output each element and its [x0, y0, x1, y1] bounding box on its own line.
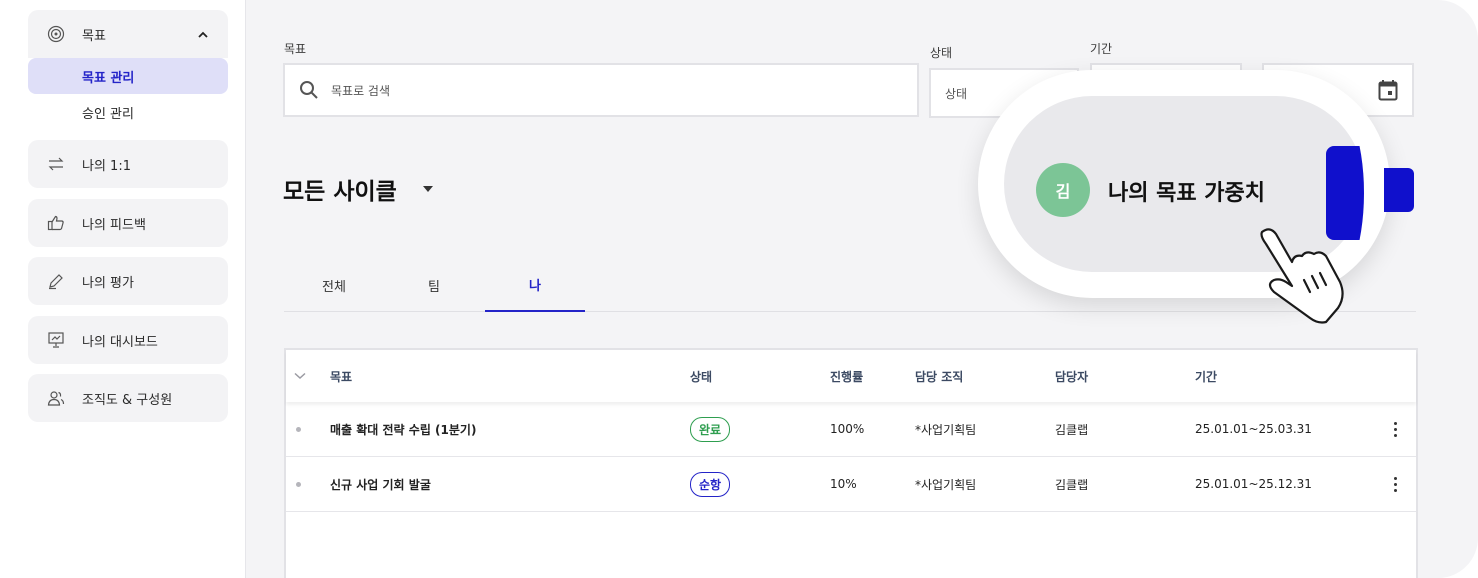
- tab-label: 전체: [322, 279, 346, 295]
- status-filter-label: 상태: [930, 46, 953, 60]
- progress-value: 10%: [830, 477, 857, 491]
- tab-me[interactable]: 나: [485, 258, 585, 312]
- sidebar-item-dashboard[interactable]: 나의 대시보드: [28, 316, 228, 364]
- search-input[interactable]: 목표로 검색: [283, 63, 919, 117]
- sidebar-item-goal[interactable]: 목표: [28, 10, 228, 58]
- sidebar-item-label: 목표: [82, 28, 106, 44]
- sidebar-item-label: 나의 1:1: [82, 158, 131, 174]
- sidebar-group-goal: 목표 목표 관리 승인 관리: [28, 10, 228, 130]
- sidebar-item-one-on-one[interactable]: 나의 1:1: [28, 140, 228, 188]
- progress-value: 100%: [830, 422, 865, 436]
- row-bullet: [296, 402, 301, 456]
- sidebar-item-goal-management[interactable]: 목표 관리: [28, 58, 228, 94]
- dashboard-icon: [46, 330, 66, 350]
- sidebar-item-label: 목표 관리: [82, 70, 135, 86]
- column-header-period[interactable]: 기간: [1195, 350, 1217, 402]
- search-icon: [299, 80, 319, 100]
- thumbs-up-icon: [46, 213, 66, 233]
- status-badge-cell: 순항: [690, 457, 731, 511]
- goal-title[interactable]: 신규 사업 기회 발굴: [330, 457, 431, 511]
- period-value: 25.01.01~25.03.31: [1195, 422, 1312, 436]
- org-value: *사업기획팀: [915, 477, 977, 492]
- status-badge: 완료: [690, 416, 731, 442]
- one-on-one-icon: [46, 154, 66, 174]
- sidebar-item-label: 나의 피드백: [82, 217, 146, 233]
- column-header-owner[interactable]: 담당자: [1055, 350, 1088, 402]
- tab-all[interactable]: 전체: [284, 258, 384, 312]
- chevron-up-icon[interactable]: [198, 27, 208, 41]
- sidebar-item-label: 나의 대시보드: [82, 334, 158, 350]
- goal-weight-label[interactable]: 나의 목표 가중치: [1108, 175, 1265, 207]
- owner-value: 김클랩: [1055, 422, 1089, 437]
- goal-filter-label: 목표: [284, 42, 307, 56]
- sidebar: 목표 목표 관리 승인 관리 나의 1:1 나의 피드백 나의 평가 나의 대시…: [0, 0, 246, 578]
- sidebar-item-label: 나의 평가: [82, 275, 134, 291]
- sidebar-item-label: 승인 관리: [82, 106, 134, 122]
- more-options-icon[interactable]: [1394, 402, 1397, 456]
- column-header-goal[interactable]: 목표: [330, 350, 352, 402]
- status-badge: 순항: [690, 471, 731, 497]
- target-icon: [46, 24, 66, 44]
- period-filter-label: 기간: [1090, 42, 1113, 56]
- cycle-selector[interactable]: 모든 사이클: [283, 172, 433, 206]
- period-value: 25.01.01~25.12.31: [1195, 477, 1312, 491]
- search-placeholder: 목표로 검색: [331, 83, 391, 98]
- column-header-progress[interactable]: 진행률: [830, 350, 863, 402]
- tab-label: 팀: [428, 279, 440, 295]
- goal-title[interactable]: 매출 확대 전략 수립 (1분기): [330, 402, 476, 456]
- org-value: *사업기획팀: [915, 422, 977, 437]
- owner-value: 김클랩: [1055, 477, 1089, 492]
- sidebar-item-org-chart[interactable]: 조직도 & 구성원: [28, 374, 228, 422]
- calendar-icon[interactable]: [1378, 79, 1398, 101]
- goal-weight-button[interactable]: [1384, 168, 1414, 212]
- table-row[interactable]: 신규 사업 기회 발굴 순항 10% *사업기획팀 김클랩 25.01.01~2…: [286, 457, 1416, 512]
- expand-all-icon[interactable]: [294, 350, 306, 402]
- pointer-hand-icon: [1248, 218, 1352, 330]
- sidebar-item-evaluation[interactable]: 나의 평가: [28, 257, 228, 305]
- page-title: 모든 사이클: [283, 179, 397, 205]
- column-header-status[interactable]: 상태: [690, 350, 712, 402]
- table-header: 목표 상태 진행률 담당 조직 담당자 기간: [286, 350, 1416, 402]
- tab-label: 나: [529, 278, 541, 294]
- sidebar-item-feedback[interactable]: 나의 피드백: [28, 199, 228, 247]
- tab-team[interactable]: 팀: [384, 258, 484, 312]
- avatar: 김: [1036, 163, 1090, 217]
- people-icon: [46, 388, 66, 408]
- pen-icon: [46, 271, 66, 291]
- column-header-org[interactable]: 담당 조직: [915, 350, 963, 402]
- caret-down-icon: [422, 186, 433, 192]
- sidebar-item-label: 조직도 & 구성원: [82, 392, 173, 408]
- more-options-icon[interactable]: [1394, 457, 1397, 511]
- table-row[interactable]: 매출 확대 전략 수립 (1분기) 완료 100% *사업기획팀 김클랩 25.…: [286, 402, 1416, 457]
- row-bullet: [296, 457, 301, 511]
- goal-table: 목표 상태 진행률 담당 조직 담당자 기간 매출 확대 전략 수립 (1분기)…: [284, 348, 1418, 578]
- status-badge-cell: 완료: [690, 402, 731, 456]
- sidebar-item-approval-management[interactable]: 승인 관리: [28, 94, 228, 130]
- status-select-value: 상태: [945, 86, 968, 101]
